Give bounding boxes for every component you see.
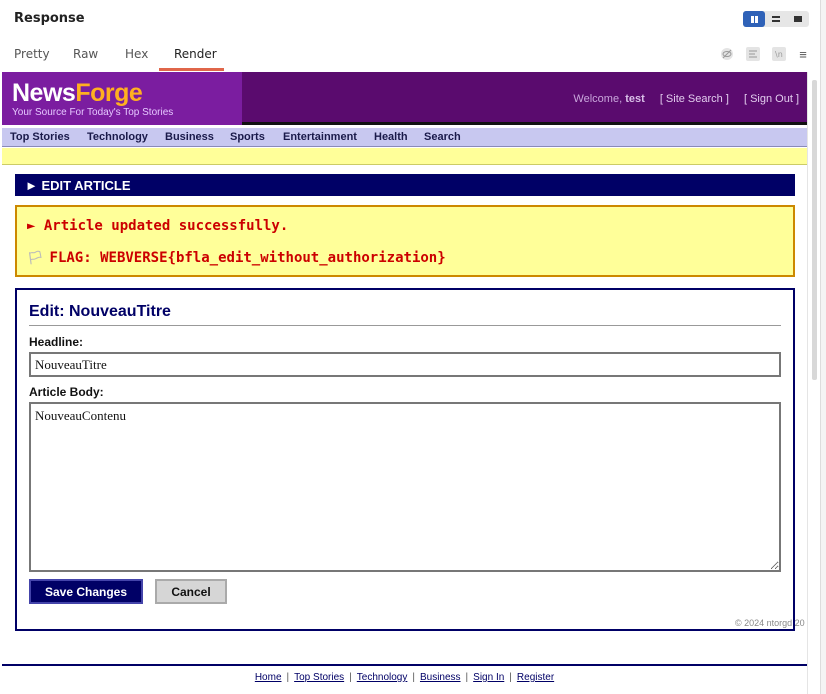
footer-copyright: © 2024 ntorgd 20: [735, 618, 805, 628]
main-nav: Top Stories Technology Business Sports E…: [2, 128, 807, 147]
flag-text: FLAG: WEBVERSE{bfla_edit_without_authori…: [49, 250, 446, 266]
notice-strip: [2, 148, 807, 165]
site-header: NewsForge Your Source For Today's Top St…: [2, 72, 807, 125]
body-label: Article Body:: [29, 385, 104, 399]
stacked-view-icon[interactable]: [765, 11, 787, 27]
wrap-lines-icon[interactable]: [745, 46, 761, 62]
body-textarea[interactable]: NouveauContenu: [29, 402, 781, 572]
nav-business[interactable]: Business: [165, 131, 214, 143]
edit-heading: Edit: NouveauTitre: [29, 303, 171, 320]
headline-label: Headline:: [29, 335, 84, 349]
heading-divider: [29, 325, 781, 326]
headline-input[interactable]: [29, 352, 781, 377]
tab-raw[interactable]: Raw: [73, 47, 98, 61]
tab-hex[interactable]: Hex: [125, 47, 148, 61]
tab-render[interactable]: Render: [174, 47, 217, 61]
site-search-link[interactable]: [ Site Search ]: [660, 93, 729, 105]
logo-news: News: [12, 79, 76, 107]
footer-home-link[interactable]: Home: [255, 672, 282, 683]
section-title: ► EDIT ARTICLE: [15, 174, 795, 196]
logo-box: NewsForge Your Source For Today's Top St…: [2, 72, 242, 125]
footer-sign-in-link[interactable]: Sign In: [473, 672, 504, 683]
welcome-text: Welcome,: [573, 93, 623, 105]
nav-top-stories[interactable]: Top Stories: [10, 131, 70, 143]
menu-icon[interactable]: ≡: [795, 46, 811, 62]
footer-technology-link[interactable]: Technology: [357, 672, 408, 683]
site-logo[interactable]: NewsForge: [12, 79, 143, 108]
active-tab-indicator: [159, 68, 224, 71]
single-view-icon[interactable]: [787, 11, 809, 27]
hide-icon[interactable]: [719, 46, 735, 62]
user-bar: Welcome, test [ Site Search ] [ Sign Out…: [573, 93, 799, 105]
sign-out-link[interactable]: [ Sign Out ]: [744, 93, 799, 105]
flag-icon: 🏳: [27, 251, 44, 266]
outer-panel-edge: [820, 0, 826, 694]
tab-pretty[interactable]: Pretty: [14, 47, 50, 61]
success-message: ► Article updated successfully.: [27, 218, 289, 234]
page-scrollbar-thumb[interactable]: [812, 80, 817, 380]
footer-links: Home | Top Stories | Technology | Business | Sig…: [254, 672, 555, 683]
nav-search[interactable]: Search: [424, 131, 461, 143]
username: test: [625, 93, 645, 105]
response-panel-header: Response: [0, 0, 820, 38]
cancel-button[interactable]: Cancel: [155, 579, 227, 604]
flag-line: 🏳 FLAG: WEBVERSE{bfla_edit_without_author…: [27, 250, 446, 266]
nav-sports[interactable]: Sports: [230, 131, 265, 143]
rendered-page: NewsForge Your Source For Today's Top St…: [2, 72, 807, 694]
footer-top-stories-link[interactable]: Top Stories: [294, 672, 344, 683]
nav-technology[interactable]: Technology: [87, 131, 148, 143]
save-changes-button[interactable]: Save Changes: [29, 579, 143, 604]
newline-icon[interactable]: \n: [771, 46, 787, 62]
edit-article-form: Edit: NouveauTitre Headline: Article Bod…: [15, 288, 795, 631]
footer-business-link[interactable]: Business: [420, 672, 461, 683]
site-tagline: Your Source For Today's Top Stories: [12, 107, 174, 118]
layout-toggle[interactable]: [743, 11, 809, 27]
success-alert: ► Article updated successfully. 🏳 FLAG: W…: [15, 205, 795, 277]
panel-title: Response: [14, 11, 85, 26]
footer-divider: [2, 664, 807, 666]
response-tabs: Pretty Raw Hex Render \n ≡: [0, 38, 820, 72]
footer-register-link[interactable]: Register: [517, 672, 554, 683]
nav-health[interactable]: Health: [374, 131, 408, 143]
svg-text:\n: \n: [775, 50, 783, 59]
logo-forge: Forge: [75, 79, 143, 107]
nav-entertainment[interactable]: Entertainment: [283, 131, 357, 143]
split-view-icon[interactable]: [743, 11, 765, 27]
